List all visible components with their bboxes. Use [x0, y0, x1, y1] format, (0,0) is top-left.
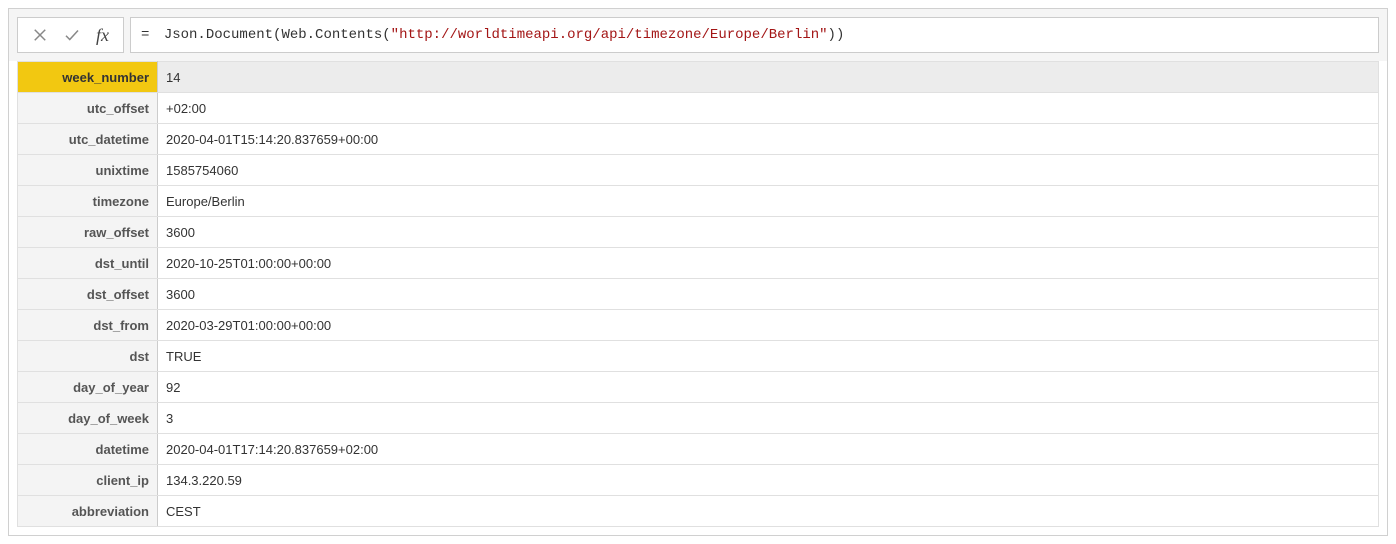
table-row[interactable]: utc_datetime2020-04-01T15:14:20.837659+0… — [18, 124, 1379, 155]
record-field-value: 14 — [158, 62, 1379, 93]
query-editor-panel: fx = Json.Document ( Web.Contents ( "htt… — [8, 8, 1388, 536]
formula-fn-inner: Web.Contents — [281, 27, 382, 43]
record-table: week_number14utc_offset+02:00utc_datetim… — [17, 61, 1379, 527]
record-field-name: datetime — [18, 434, 158, 465]
record-field-value: 2020-03-29T01:00:00+00:00 — [158, 310, 1379, 341]
formula-buttons-group: fx — [17, 17, 124, 53]
fx-label: fx — [88, 25, 117, 46]
confirm-button[interactable] — [56, 19, 88, 51]
record-field-value: 3600 — [158, 279, 1379, 310]
record-field-value: +02:00 — [158, 93, 1379, 124]
table-row[interactable]: utc_offset+02:00 — [18, 93, 1379, 124]
record-field-name: week_number — [18, 62, 158, 93]
record-field-value: TRUE — [158, 341, 1379, 372]
table-row[interactable]: dst_from2020-03-29T01:00:00+00:00 — [18, 310, 1379, 341]
formula-fn-outer: Json.Document — [164, 27, 273, 43]
record-field-value: 92 — [158, 372, 1379, 403]
formula-input[interactable]: = Json.Document ( Web.Contents ( "http:/… — [130, 17, 1379, 53]
record-field-name: day_of_year — [18, 372, 158, 403]
record-field-value: 2020-04-01T17:14:20.837659+02:00 — [158, 434, 1379, 465]
table-row[interactable]: day_of_year92 — [18, 372, 1379, 403]
record-field-name: day_of_week — [18, 403, 158, 434]
table-row[interactable]: abbreviationCEST — [18, 496, 1379, 527]
record-field-name: abbreviation — [18, 496, 158, 527]
cancel-button[interactable] — [24, 19, 56, 51]
record-grid: week_number14utc_offset+02:00utc_datetim… — [9, 61, 1387, 535]
table-row[interactable]: datetime2020-04-01T17:14:20.837659+02:00 — [18, 434, 1379, 465]
record-field-name: timezone — [18, 186, 158, 217]
fx-label-text: fx — [96, 25, 109, 46]
record-field-value: 3600 — [158, 217, 1379, 248]
table-row[interactable]: timezoneEurope/Berlin — [18, 186, 1379, 217]
record-field-name: dst_offset — [18, 279, 158, 310]
check-icon — [63, 26, 81, 44]
record-field-name: utc_datetime — [18, 124, 158, 155]
table-row[interactable]: day_of_week3 — [18, 403, 1379, 434]
close-icon — [31, 26, 49, 44]
formula-url: "http://worldtimeapi.org/api/timezone/Eu… — [391, 27, 828, 43]
record-field-name: dst_until — [18, 248, 158, 279]
record-field-name: client_ip — [18, 465, 158, 496]
table-row[interactable]: unixtime1585754060 — [18, 155, 1379, 186]
table-row[interactable]: client_ip134.3.220.59 — [18, 465, 1379, 496]
table-row[interactable]: dst_until2020-10-25T01:00:00+00:00 — [18, 248, 1379, 279]
table-row[interactable]: week_number14 — [18, 62, 1379, 93]
record-field-value: 2020-04-01T15:14:20.837659+00:00 — [158, 124, 1379, 155]
table-row[interactable]: dst_offset3600 — [18, 279, 1379, 310]
record-field-name: unixtime — [18, 155, 158, 186]
record-field-value: 134.3.220.59 — [158, 465, 1379, 496]
formula-bar: fx = Json.Document ( Web.Contents ( "htt… — [9, 9, 1387, 61]
record-field-name: dst_from — [18, 310, 158, 341]
record-field-value: CEST — [158, 496, 1379, 527]
record-field-value: 2020-10-25T01:00:00+00:00 — [158, 248, 1379, 279]
record-field-value: Europe/Berlin — [158, 186, 1379, 217]
record-field-name: utc_offset — [18, 93, 158, 124]
formula-eq: = — [141, 27, 158, 43]
record-field-name: dst — [18, 341, 158, 372]
table-row[interactable]: raw_offset3600 — [18, 217, 1379, 248]
record-field-value: 1585754060 — [158, 155, 1379, 186]
table-row[interactable]: dstTRUE — [18, 341, 1379, 372]
record-field-name: raw_offset — [18, 217, 158, 248]
record-field-value: 3 — [158, 403, 1379, 434]
